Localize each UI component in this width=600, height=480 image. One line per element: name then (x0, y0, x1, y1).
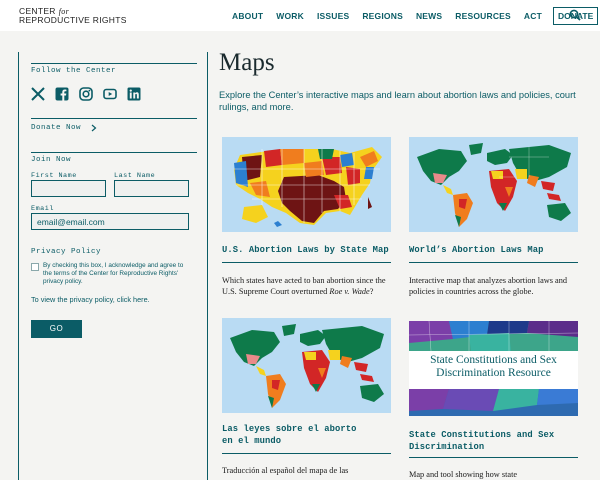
card-title-us-map[interactable]: U.S. Abortion Laws by State Map (222, 244, 391, 256)
nav-issues[interactable]: ISSUES (317, 11, 349, 21)
last-name-field[interactable] (114, 180, 189, 197)
privacy-heading: Privacy Policy (31, 248, 102, 256)
page-title: Maps (219, 49, 275, 76)
divider (222, 453, 391, 454)
divider (222, 262, 391, 263)
card-desc-us-map-italic: Roe v. Wade (329, 286, 370, 296)
sidebar: Follow the Center Donate Now Join Now Fi… (18, 52, 208, 480)
privacy-line-text: To view the privacy policy, (31, 295, 117, 304)
state-constitutions-image-caption: State Constitutions and Sex Discriminati… (430, 354, 557, 379)
first-name-label: First Name (31, 172, 77, 180)
us-abortion-map-image[interactable] (222, 137, 391, 232)
card-title-world-map[interactable]: World’s Abortion Laws Map (409, 244, 578, 256)
divider (31, 152, 197, 153)
search-icon[interactable] (569, 9, 581, 21)
chevron-right-icon (91, 124, 97, 132)
privacy-checkbox[interactable] (31, 263, 39, 271)
youtube-icon[interactable] (103, 87, 117, 101)
intro-text: Explore the Center’s interactive maps an… (219, 90, 576, 112)
world-map-es-illustration (222, 318, 391, 413)
divider (409, 457, 578, 458)
state-constitutions-image[interactable]: State Constitutions and Sex Discriminati… (409, 321, 578, 416)
last-name-label: Last Name (114, 172, 156, 180)
follow-heading: Follow the Center (31, 67, 117, 75)
nav-resources[interactable]: RESOURCES (455, 11, 511, 21)
us-map-illustration (222, 137, 391, 232)
site-logo[interactable]: CENTER for REPRODUCTIVE RIGHTS (19, 7, 127, 25)
donate-now-link[interactable]: Donate Now (31, 124, 97, 132)
spanish-world-map-image[interactable] (222, 318, 391, 413)
card-desc-spanish-map: Traducción al español del mapa de las (222, 466, 349, 475)
site-header: CENTER for REPRODUCTIVE RIGHTS ABOUT WORK… (0, 0, 600, 31)
nav-news[interactable]: NEWS (416, 11, 442, 21)
instagram-icon[interactable] (79, 87, 93, 101)
nav-about[interactable]: ABOUT (232, 11, 263, 21)
privacy-link[interactable]: click here (117, 295, 148, 304)
divider (409, 262, 578, 263)
card-title-state-constitutions[interactable]: State Constitutions and Sex Discriminati… (409, 429, 559, 453)
divider (31, 118, 197, 119)
social-links (31, 87, 151, 101)
nav-regions[interactable]: REGIONS (362, 11, 403, 21)
logo-line2: REPRODUCTIVE RIGHTS (19, 15, 127, 25)
first-name-field[interactable] (31, 180, 106, 197)
card-desc-world-map: Interactive map that analyzes abortion l… (409, 276, 568, 296)
privacy-line: To view the privacy policy, click here. (31, 295, 150, 304)
card-desc-us-map-post: ? (369, 286, 374, 296)
world-abortion-map-image[interactable] (409, 137, 578, 232)
nav-act[interactable]: ACT (524, 11, 542, 21)
email-field[interactable]: email@email.com (31, 213, 189, 230)
world-map-illustration (409, 137, 578, 232)
email-label: Email (31, 205, 54, 213)
x-icon[interactable] (31, 87, 45, 101)
facebook-icon[interactable] (55, 87, 69, 101)
main-nav: ABOUT WORK ISSUES REGIONS NEWS RESOURCES… (232, 7, 599, 25)
privacy-checkbox-text: By checking this box, I acknowledge and … (43, 262, 184, 285)
linkedin-icon[interactable] (127, 87, 141, 101)
card-title-spanish-map[interactable]: Las leyes sobre el aborto en el mundo (222, 423, 372, 447)
card-desc-state-constitutions: Map and tool showing how state (409, 470, 518, 479)
join-heading: Join Now (31, 156, 72, 164)
go-button[interactable]: GO (31, 320, 82, 338)
nav-work[interactable]: WORK (276, 11, 304, 21)
privacy-line-end: . (147, 295, 150, 304)
divider (31, 63, 197, 64)
donate-now-label: Donate Now (31, 124, 82, 132)
card-desc-us-map: Which states have acted to ban abortion … (222, 276, 394, 297)
